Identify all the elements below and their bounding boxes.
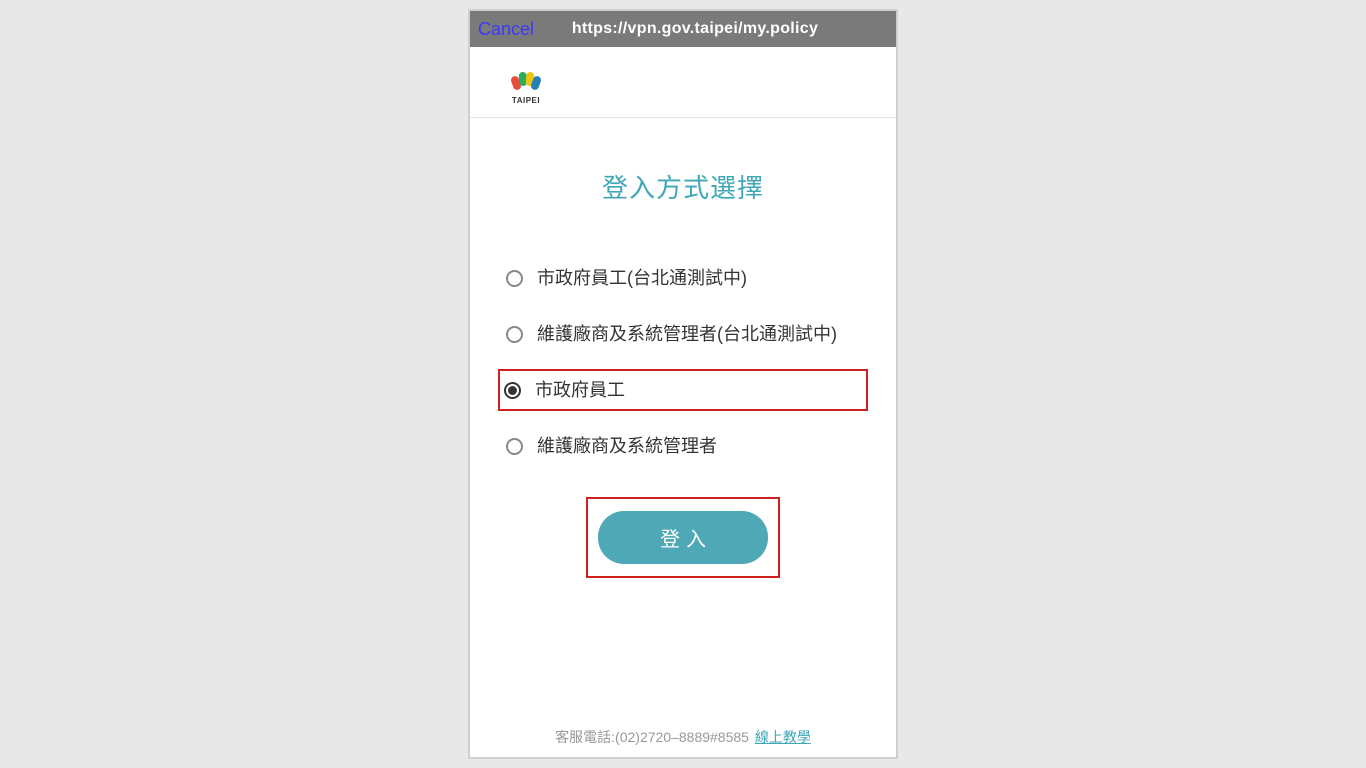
radio-option-city-employee-taipeipass-test[interactable]: 市政府員工(台北通測試中) [504, 261, 862, 295]
logo-text: TAIPEI [512, 96, 540, 105]
login-button-highlight: 登入 [586, 497, 780, 578]
radio-icon [506, 326, 523, 343]
radio-label: 維護廠商及系統管理者(台北通測試中) [537, 321, 837, 347]
footer: 客服電話:(02)2720–8889#8585 線上教學 [470, 717, 896, 757]
radio-option-vendor-admin[interactable]: 維護廠商及系統管理者 [504, 429, 862, 463]
radio-label: 市政府員工 [535, 377, 625, 403]
radio-option-city-employee[interactable]: 市政府員工 [498, 369, 868, 411]
radio-icon [506, 438, 523, 455]
phone-frame: Cancel https://vpn.gov.taipei/my.policy … [468, 9, 898, 759]
browser-topbar: Cancel https://vpn.gov.taipei/my.policy [470, 11, 896, 47]
main-content: 登入方式選擇 市政府員工(台北通測試中) 維護廠商及系統管理者(台北通測試中) … [470, 118, 896, 717]
login-button-wrap: 登入 [496, 497, 870, 578]
radio-icon [504, 382, 521, 399]
address-bar-url: https://vpn.gov.taipei/my.policy [498, 20, 892, 38]
login-method-radio-group: 市政府員工(台北通測試中) 維護廠商及系統管理者(台北通測試中) 市政府員工 維… [496, 261, 870, 463]
taipei-logo-icon: TAIPEI [506, 65, 546, 105]
radio-label: 市政府員工(台北通測試中) [537, 265, 747, 291]
page-title: 登入方式選擇 [496, 168, 870, 205]
radio-icon [506, 270, 523, 287]
login-button[interactable]: 登入 [598, 511, 768, 564]
radio-label: 維護廠商及系統管理者 [537, 433, 717, 459]
radio-option-vendor-admin-taipeipass-test[interactable]: 維護廠商及系統管理者(台北通測試中) [504, 317, 862, 351]
support-phone-text: 客服電話:(02)2720–8889#8585 [555, 729, 749, 745]
logo-area: TAIPEI [470, 47, 896, 118]
online-tutorial-link[interactable]: 線上教學 [755, 729, 811, 745]
